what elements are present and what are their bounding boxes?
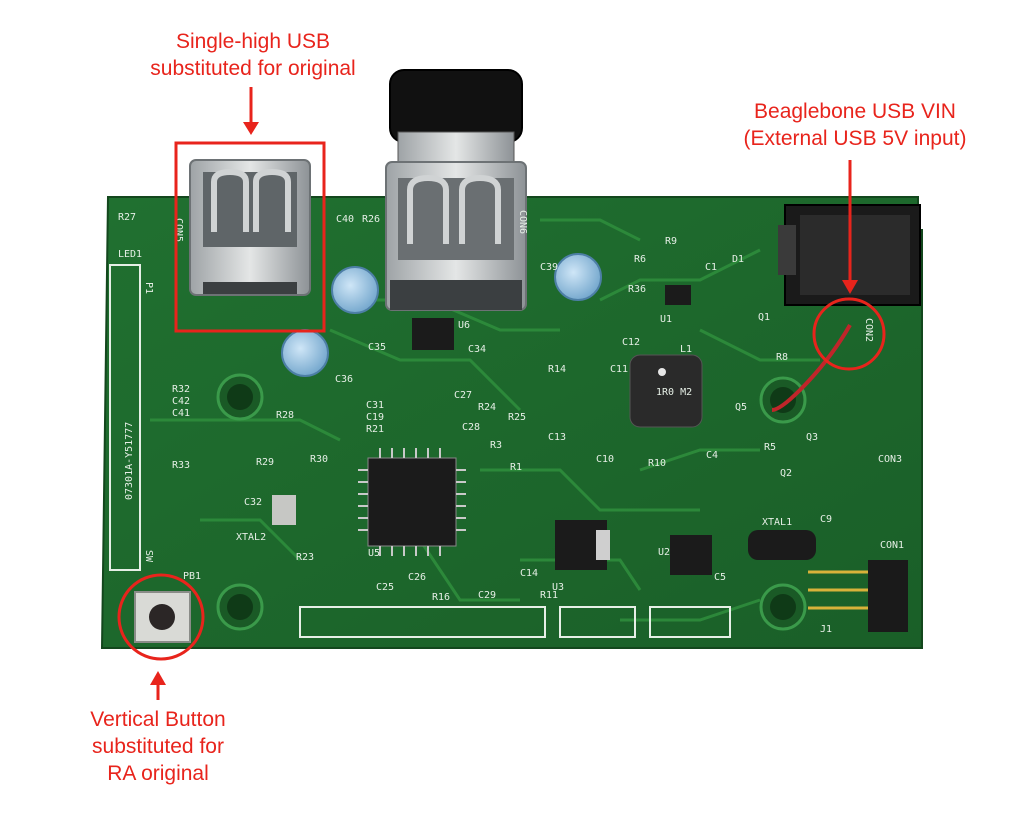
silk-c1: C1 bbox=[705, 262, 717, 273]
silk-c5: C5 bbox=[714, 572, 726, 583]
silk-q5: Q5 bbox=[735, 402, 747, 413]
silk-u1: U1 bbox=[660, 314, 672, 325]
silk-c40: C40 bbox=[336, 214, 354, 225]
silk-u6: U6 bbox=[458, 320, 470, 331]
chip-u6 bbox=[412, 318, 454, 350]
usb-connector-icon bbox=[189, 159, 311, 296]
usb-dongle bbox=[389, 69, 523, 165]
silk-sw: SW bbox=[143, 550, 154, 563]
silk-r26: R26 bbox=[362, 214, 380, 225]
silk-c11: C11 bbox=[610, 364, 628, 375]
capacitor-c39 bbox=[554, 253, 602, 301]
silk-r24: R24 bbox=[478, 402, 496, 413]
silk-led1: LED1 bbox=[118, 249, 142, 260]
vin-annotation-text: Beaglebone USB VIN (External USB 5V inpu… bbox=[700, 98, 1010, 152]
silk-u3: U3 bbox=[552, 582, 564, 593]
silk-c13: C13 bbox=[548, 432, 566, 443]
button-annotation-line-3: RA original bbox=[107, 762, 209, 785]
button-annotation-line-2: substituted for bbox=[92, 735, 224, 758]
chip-u2 bbox=[670, 535, 712, 575]
silk-c10: C10 bbox=[596, 454, 614, 465]
silk-c34: C34 bbox=[468, 344, 486, 355]
silk-c14: C14 bbox=[520, 568, 538, 579]
silk-u5: U5 bbox=[368, 548, 380, 559]
silk-c9: C9 bbox=[820, 514, 832, 525]
silk-r21: R21 bbox=[366, 424, 384, 435]
silk-c27: C27 bbox=[454, 390, 472, 401]
usb-annotation-text: Single-high USB substituted for original bbox=[128, 28, 378, 82]
silk-con1: CON1 bbox=[880, 540, 904, 551]
silk-c41: C41 bbox=[172, 408, 190, 419]
silk-r8: R8 bbox=[776, 352, 788, 363]
silk-con2: CON2 bbox=[863, 318, 874, 342]
chip-u1 bbox=[665, 285, 691, 305]
silk-c29: C29 bbox=[478, 590, 496, 601]
silk-con3: CON3 bbox=[878, 454, 902, 465]
silk-c4: C4 bbox=[706, 450, 718, 461]
silk-inductor-value: 1R0 M2 bbox=[656, 387, 692, 398]
silk-r9: R9 bbox=[665, 236, 677, 247]
tactile-button-icon bbox=[134, 591, 191, 643]
silk-xtal2: XTAL2 bbox=[236, 532, 266, 543]
silk-c19: C19 bbox=[366, 412, 384, 423]
silk-r32: R32 bbox=[172, 384, 190, 395]
silk-c28: C28 bbox=[462, 422, 480, 433]
capacitor-c36 bbox=[281, 329, 329, 377]
silk-r27: R27 bbox=[118, 212, 136, 223]
silk-r5: R5 bbox=[764, 442, 776, 453]
silk-r33: R33 bbox=[172, 460, 190, 471]
crystal-xtal1 bbox=[748, 530, 816, 560]
silk-r10: R10 bbox=[648, 458, 666, 469]
silk-q3: Q3 bbox=[806, 432, 818, 443]
silk-r36: R36 bbox=[628, 284, 646, 295]
silk-r29: R29 bbox=[256, 457, 274, 468]
silk-c12: C12 bbox=[622, 337, 640, 348]
button-annotation-line-1: Vertical Button bbox=[90, 708, 226, 731]
silk-r6: R6 bbox=[634, 254, 646, 265]
silk-q2: Q2 bbox=[780, 468, 792, 479]
silk-d1: D1 bbox=[732, 254, 744, 265]
silk-c25: C25 bbox=[376, 582, 394, 593]
vin-annotation-line-2: (External USB 5V input) bbox=[743, 127, 967, 150]
silk-r1: R1 bbox=[510, 462, 522, 473]
silk-r30: R30 bbox=[310, 454, 328, 465]
silk-j1: J1 bbox=[820, 624, 832, 635]
usb-annotation-line-1: Single-high USB bbox=[175, 30, 331, 53]
silk-r3: R3 bbox=[490, 440, 502, 451]
silk-r25: R25 bbox=[508, 412, 526, 423]
silk-board-id: 07301A-Y51777 bbox=[124, 422, 135, 500]
button-annotation-text: Vertical Button substituted for RA origi… bbox=[58, 706, 258, 787]
regulator-u3 bbox=[555, 520, 610, 570]
silk-c35: C35 bbox=[368, 342, 386, 353]
chip-u5 bbox=[358, 448, 466, 556]
silk-r28: R28 bbox=[276, 410, 294, 421]
silk-r16: R16 bbox=[432, 592, 450, 603]
silk-pb1: PB1 bbox=[183, 571, 201, 582]
silk-c42: C42 bbox=[172, 396, 190, 407]
usb-connector-icon bbox=[385, 161, 527, 311]
silk-c39: C39 bbox=[540, 262, 558, 273]
silk-xtal1: XTAL1 bbox=[762, 517, 792, 528]
silk-c32: C32 bbox=[244, 497, 262, 508]
vin-annotation-line-1: Beaglebone USB VIN bbox=[754, 100, 956, 123]
silk-q1: Q1 bbox=[758, 312, 770, 323]
silk-r14: R14 bbox=[548, 364, 566, 375]
silk-c26: C26 bbox=[408, 572, 426, 583]
silk-con6: CON6 bbox=[517, 210, 528, 234]
silk-l1: L1 bbox=[680, 344, 692, 355]
capacitor-c40 bbox=[331, 266, 379, 314]
silk-p1: P1 bbox=[143, 282, 154, 294]
crystal-xtal2 bbox=[272, 495, 296, 525]
silk-c36: C36 bbox=[335, 374, 353, 385]
silk-r23: R23 bbox=[296, 552, 314, 563]
silk-u2: U2 bbox=[658, 547, 670, 558]
usb-annotation-line-2: substituted for original bbox=[150, 57, 356, 80]
silk-c31: C31 bbox=[366, 400, 384, 411]
